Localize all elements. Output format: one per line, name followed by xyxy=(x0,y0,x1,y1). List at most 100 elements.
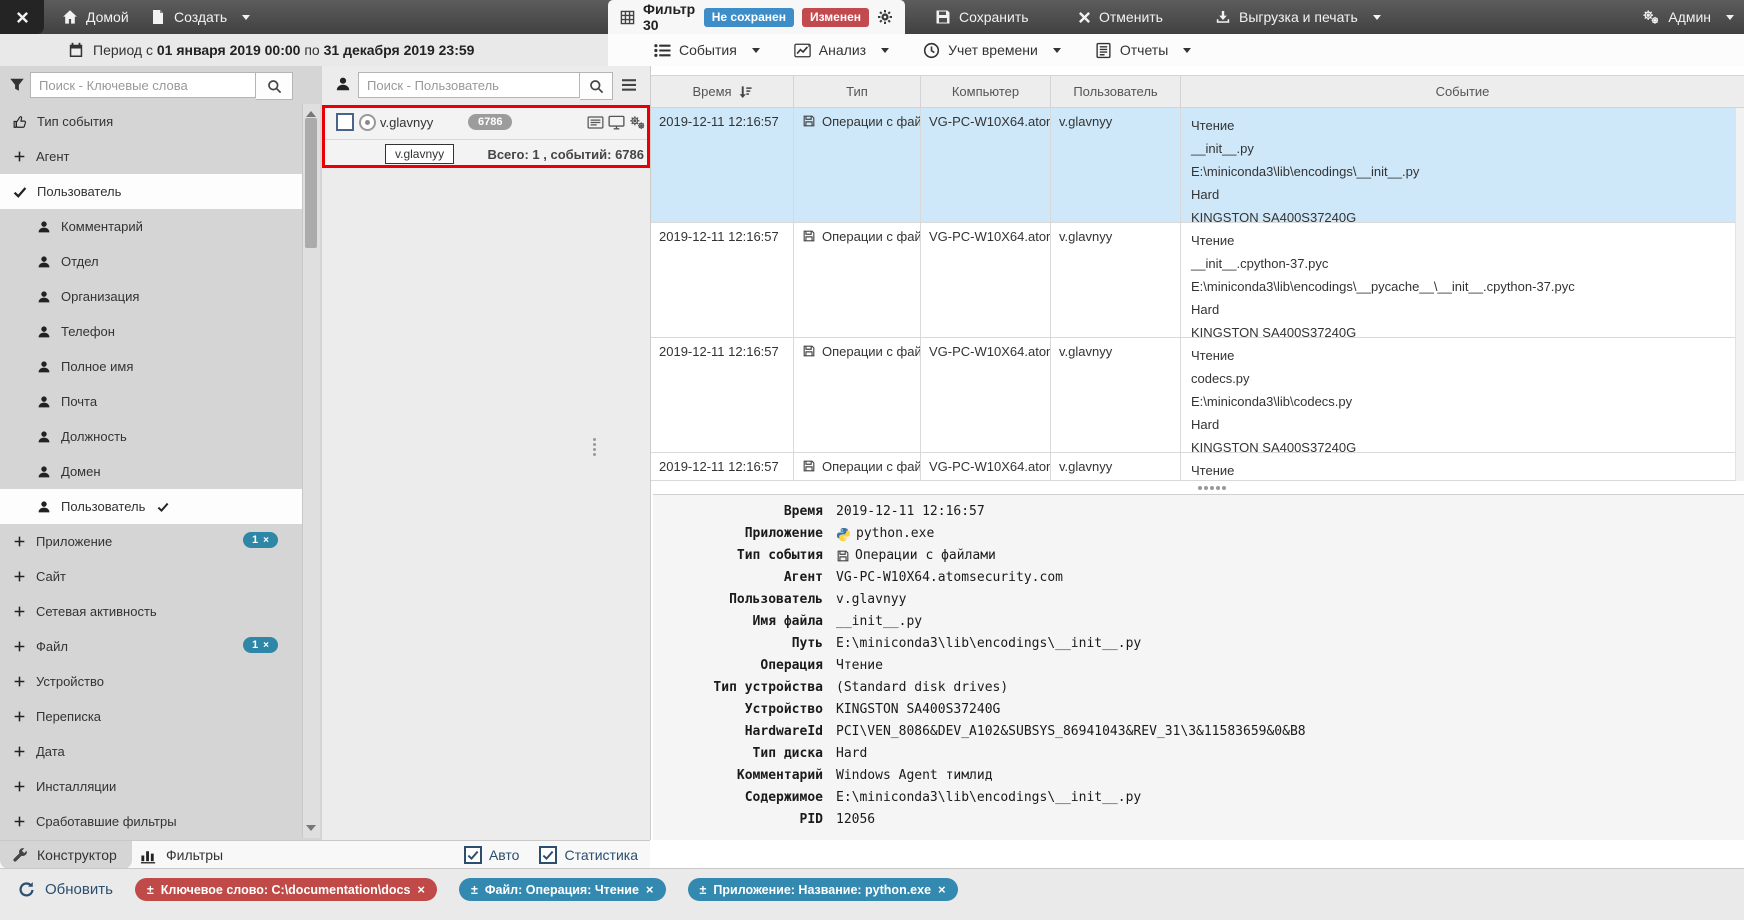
file-operations-icon xyxy=(802,459,816,473)
sidebar-item[interactable]: Сайт xyxy=(0,559,302,594)
sidebar-item[interactable]: Переписка xyxy=(0,699,302,734)
filter-chip-app-name[interactable]: ±Приложение: Название: python.exe× xyxy=(688,878,958,901)
monitor-icon[interactable] xyxy=(608,114,625,131)
sidebar-item[interactable]: Дата xyxy=(0,734,302,769)
stats-checkbox[interactable]: Статистика xyxy=(539,846,638,864)
export-print-menu[interactable]: Выгрузка и печать xyxy=(1215,0,1381,34)
create-menu[interactable]: Создать xyxy=(150,0,250,34)
sidebar-item[interactable]: Домен xyxy=(0,454,302,489)
export-label: Выгрузка и печать xyxy=(1239,9,1358,25)
sidebar-item[interactable]: Пользователь xyxy=(0,174,302,209)
events-table-body: 2019-12-11 12:16:57Операции с файлVG-PC-… xyxy=(651,108,1744,481)
splitter-handle-icon[interactable] xyxy=(1198,486,1202,490)
person-icon xyxy=(37,465,51,479)
close-panel-button[interactable] xyxy=(0,0,44,34)
scroll-down-icon[interactable] xyxy=(306,825,316,836)
refresh-button[interactable]: Обновить xyxy=(18,881,113,898)
plus-minus-toggle[interactable]: ± xyxy=(471,883,478,897)
sidebar-item[interactable]: Инсталляции xyxy=(0,769,302,804)
keyword-search-input[interactable] xyxy=(30,72,256,98)
toolbar-menu-timetrack[interactable]: Учет времени xyxy=(923,42,1061,59)
column-resize-handle[interactable] xyxy=(593,438,596,441)
toolbar-menu-events[interactable]: События xyxy=(654,42,760,59)
sidebar-item[interactable]: Телефон xyxy=(0,314,302,349)
sidebar-item[interactable]: Полное имя xyxy=(0,349,302,384)
sidebar-item[interactable]: Сетевая активность xyxy=(0,594,302,629)
auto-checkbox[interactable]: Авто xyxy=(464,846,520,864)
badge-close-icon[interactable]: × xyxy=(263,535,269,546)
tab-filter30[interactable]: Фильтр 30 Не сохранен Изменен xyxy=(608,0,905,34)
sidebar-item[interactable]: Приложение1× xyxy=(0,524,302,559)
home-button[interactable]: Домой xyxy=(62,0,129,34)
tab-filters[interactable]: Фильтры xyxy=(140,841,223,869)
sidebar-item[interactable]: Файл1× xyxy=(0,629,302,664)
cell-event: Чтениеcodecs.pyE:\miniconda3\lib\codecs.… xyxy=(1181,338,1744,452)
tab-constructor[interactable]: Конструктор xyxy=(0,841,132,869)
cell-event: Чтение__init__.cpython-37.pycE:\minicond… xyxy=(1181,223,1744,337)
sidebar-item[interactable]: Организация xyxy=(0,279,302,314)
badge-close-icon[interactable]: × xyxy=(263,640,269,651)
column-header-2[interactable]: Компьютер xyxy=(921,76,1051,107)
user-list-item[interactable]: v.glavnyy 6786 xyxy=(322,105,650,139)
sidebar-item[interactable]: Сработавшие фильтры xyxy=(0,804,302,839)
sidebar-item[interactable]: Тип события xyxy=(0,104,302,139)
sidebar-item[interactable]: Отдел xyxy=(0,244,302,279)
sidebar-item[interactable]: Пользователь xyxy=(0,489,302,524)
sidebar-item[interactable]: Должность xyxy=(0,419,302,454)
cancel-button[interactable]: Отменить xyxy=(1078,0,1163,34)
toolbar-menu-analysis[interactable]: Анализ xyxy=(794,42,889,59)
column-header-0[interactable]: Время xyxy=(651,76,794,107)
tab-gear-icon[interactable] xyxy=(877,9,893,25)
menu-hamburger-icon[interactable] xyxy=(621,77,637,93)
horizontal-splitter[interactable] xyxy=(651,481,1744,494)
sidebar-item[interactable]: Устройство xyxy=(0,664,302,699)
event-line: E:\miniconda3\lib\encodings\__pycache__\… xyxy=(1191,275,1736,298)
column-header-3[interactable]: Пользователь xyxy=(1051,76,1181,107)
sidebar-scrollbar[interactable] xyxy=(302,104,320,838)
chip-close-icon[interactable]: × xyxy=(938,882,946,897)
filter-count-badge[interactable]: 1× xyxy=(243,637,278,653)
save-icon xyxy=(935,9,951,25)
user-checkbox[interactable] xyxy=(336,113,354,131)
events-scrollbar[interactable] xyxy=(1735,108,1744,481)
detail-value-text: E:\miniconda3\lib\encodings\__init__.py xyxy=(836,633,1141,655)
table-row[interactable]: 2019-12-11 12:16:57Операции с файлVG-PC-… xyxy=(651,338,1744,453)
user-search-button[interactable] xyxy=(580,72,613,100)
keyword-search-button[interactable] xyxy=(256,72,293,100)
chip-close-icon[interactable]: × xyxy=(646,882,654,897)
user-radio[interactable] xyxy=(359,114,376,131)
plus-minus-toggle[interactable]: ± xyxy=(700,883,707,897)
chip-close-icon[interactable]: × xyxy=(417,882,425,897)
plus-minus-toggle[interactable]: ± xyxy=(147,883,154,897)
period-bar[interactable]: Период с 01 января 2019 00:00 по 31 дека… xyxy=(0,34,608,66)
table-row[interactable]: 2019-12-11 12:16:57Операции с файлVG-PC-… xyxy=(651,223,1744,338)
sidebar-item[interactable]: Комментарий xyxy=(0,209,302,244)
scrollbar-thumb[interactable] xyxy=(305,118,317,248)
filter-chip-keyword[interactable]: ±Ключевое слово: C:\documentation\docs× xyxy=(135,878,437,901)
scroll-up-icon[interactable] xyxy=(306,106,316,117)
gears-icon[interactable] xyxy=(629,114,646,131)
bar-chart-icon xyxy=(140,847,157,864)
toolbar-menu-reports[interactable]: Отчеты xyxy=(1095,42,1191,59)
file-operations-icon xyxy=(802,114,816,128)
detail-value-text: Hard xyxy=(836,743,867,765)
save-button[interactable]: Сохранить xyxy=(935,0,1029,34)
filter-count-badge[interactable]: 1× xyxy=(243,532,278,548)
table-row[interactable]: 2019-12-11 12:16:57Операции с файлVG-PC-… xyxy=(651,108,1744,223)
period-prefix: Период с xyxy=(93,42,153,58)
plus-icon xyxy=(13,710,26,723)
sidebar-item[interactable]: Почта xyxy=(0,384,302,419)
admin-menu[interactable]: Админ xyxy=(1642,0,1734,34)
view-toolbar: События Анализ Учет времени Отчеты xyxy=(608,34,1744,66)
column-header-4[interactable]: Событие xyxy=(1181,76,1744,107)
card-view-icon[interactable] xyxy=(587,114,604,131)
check-icon xyxy=(157,501,169,513)
column-header-1[interactable]: Тип xyxy=(794,76,921,107)
detail-value-text: VG-PC-W10X64.atomsecurity.com xyxy=(836,567,1063,589)
table-row[interactable]: 2019-12-11 12:16:57Операции с файлVG-PC-… xyxy=(651,453,1744,481)
filter-chip-file-op[interactable]: ±Файл: Операция: Чтение× xyxy=(459,878,666,901)
detail-row: АгентVG-PC-W10X64.atomsecurity.com xyxy=(653,567,1744,589)
user-search-input[interactable] xyxy=(358,72,580,98)
user-name[interactable]: v.glavnyy xyxy=(380,115,433,130)
sidebar-item[interactable]: Агент xyxy=(0,139,302,174)
